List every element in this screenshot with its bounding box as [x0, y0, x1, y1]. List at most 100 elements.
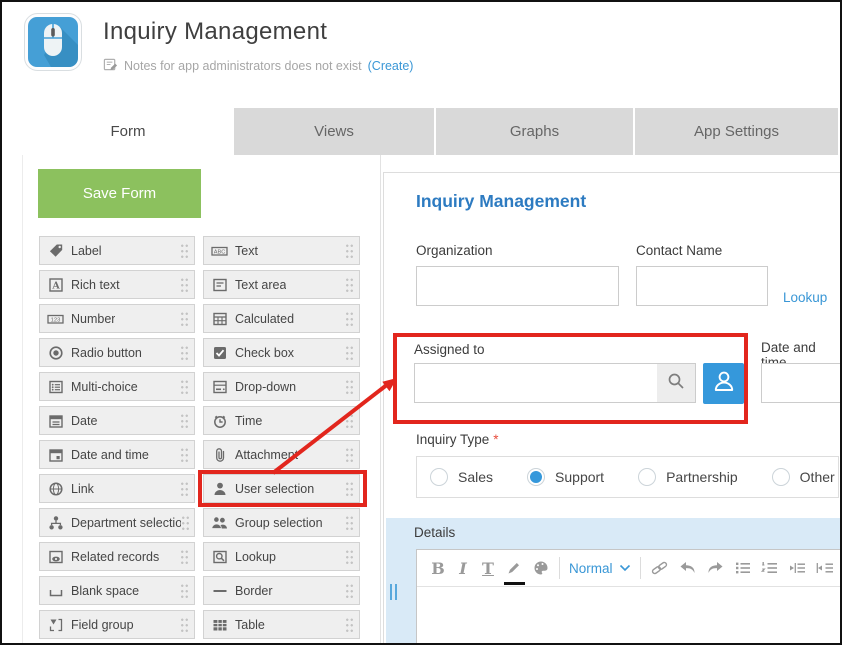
outdent-icon: [816, 560, 835, 576]
drag-handle-dots[interactable]: [181, 515, 189, 531]
rich-text-icon: A: [47, 276, 64, 293]
radio-sales[interactable]: Sales: [430, 468, 493, 486]
palette-item-number[interactable]: 123 Number: [39, 304, 195, 333]
redo-arrow-icon: [706, 560, 725, 576]
current-color-bar: [504, 582, 525, 585]
drag-handle-dots[interactable]: [345, 379, 354, 395]
indent-button[interactable]: [788, 556, 807, 580]
page-title: Inquiry Management: [103, 18, 327, 46]
inquiry-type-label: Inquiry Type*: [416, 432, 499, 447]
svg-text:ABC: ABC: [214, 249, 226, 255]
tab-views[interactable]: Views: [234, 108, 434, 155]
date-and-time-input[interactable]: [761, 363, 842, 403]
palette-item-attachment[interactable]: Attachment: [203, 440, 360, 469]
palette-item-field-group[interactable]: Field group: [39, 610, 195, 639]
paragraph-format-dropdown[interactable]: Normal: [569, 556, 631, 580]
lookup-link[interactable]: Lookup: [783, 290, 827, 305]
editor-content-area[interactable]: [417, 587, 842, 645]
background-color-button[interactable]: [532, 556, 550, 580]
undo-button[interactable]: [678, 556, 697, 580]
palette-item-calculated[interactable]: Calculated: [203, 304, 360, 333]
drag-handle-dots[interactable]: [180, 481, 189, 497]
drag-handle-dots[interactable]: [345, 583, 354, 599]
drag-handle-dots[interactable]: [180, 379, 189, 395]
palette-item-date[interactable]: Date: [39, 406, 195, 435]
drag-handle-dots[interactable]: [345, 481, 354, 497]
drag-handle-dots[interactable]: [180, 549, 189, 565]
record-eye-icon: [47, 548, 64, 565]
drop-down-icon: [211, 378, 228, 395]
drag-handle-dots[interactable]: [345, 311, 354, 327]
outdent-button[interactable]: [816, 556, 835, 580]
app-header: Inquiry Management Notes for app adminis…: [0, 0, 842, 108]
drag-handle-dots[interactable]: [180, 243, 189, 259]
tab-bar: Form Views Graphs App Settings: [22, 108, 840, 155]
palette-item-text-area[interactable]: Text area: [203, 270, 360, 299]
palette-item-related-records[interactable]: Related records: [39, 542, 195, 571]
palette-item-department-selection[interactable]: Department selection: [39, 508, 195, 537]
drag-handle-dots[interactable]: [180, 413, 189, 429]
drag-handle-dots[interactable]: [345, 515, 354, 531]
tab-graphs[interactable]: Graphs: [436, 108, 633, 155]
contact-name-label: Contact Name: [636, 243, 722, 258]
palette-item-multi-choice[interactable]: Multi-choice: [39, 372, 195, 401]
abc-text-icon: ABC: [211, 242, 228, 259]
drag-handle-dots[interactable]: [180, 277, 189, 293]
drag-handle-dots[interactable]: [345, 447, 354, 463]
palette-item-time[interactable]: Time: [203, 406, 360, 435]
notes-text: Notes for app administrators does not ex…: [124, 59, 362, 73]
assigned-to-search-button[interactable]: [657, 363, 696, 403]
drag-handle-dots[interactable]: [345, 345, 354, 361]
palette-item-rich-text[interactable]: A Rich text: [39, 270, 195, 299]
rich-text-editor: B I T Normal: [416, 549, 842, 645]
radio-support[interactable]: Support: [527, 468, 604, 486]
palette-item-table[interactable]: Table: [203, 610, 360, 639]
drag-handle-dots[interactable]: [345, 243, 354, 259]
drag-handle-dots[interactable]: [180, 583, 189, 599]
underline-button[interactable]: T: [480, 556, 496, 580]
palette-item-drop-down[interactable]: Drop-down: [203, 372, 360, 401]
numbered-list-icon: [761, 560, 779, 576]
organization-input[interactable]: [416, 266, 619, 306]
drag-handle-dots[interactable]: [345, 549, 354, 565]
field-drag-handle[interactable]: [390, 584, 397, 600]
text-color-button[interactable]: [505, 556, 523, 580]
drag-handle-dots[interactable]: [180, 345, 189, 361]
redo-button[interactable]: [706, 556, 725, 580]
insert-link-button[interactable]: [650, 556, 669, 580]
app-icon: [24, 13, 82, 71]
numbered-list-button[interactable]: [761, 556, 779, 580]
palette-item-lookup[interactable]: Lookup: [203, 542, 360, 571]
create-notes-link[interactable]: (Create): [368, 59, 414, 73]
palette-item-label[interactable]: Label: [39, 236, 195, 265]
bold-button[interactable]: B: [430, 556, 446, 580]
assigned-to-input[interactable]: [414, 363, 658, 403]
tab-form[interactable]: Form: [22, 108, 234, 155]
assigned-to-user-select-button[interactable]: [703, 363, 744, 404]
drag-handle-dots[interactable]: [345, 413, 354, 429]
radio-circle: [638, 468, 656, 486]
palette-item-radio-button[interactable]: Radio button: [39, 338, 195, 367]
palette-item-blank-space[interactable]: Blank space: [39, 576, 195, 605]
tab-app-settings[interactable]: App Settings: [635, 108, 838, 155]
palette-item-border[interactable]: Border: [203, 576, 360, 605]
drag-handle-dots[interactable]: [345, 617, 354, 633]
details-field-selected[interactable]: Details B I T Normal: [386, 518, 842, 645]
radio-other[interactable]: Other: [772, 468, 835, 486]
save-form-button[interactable]: Save Form: [38, 169, 201, 218]
radio-partnership[interactable]: Partnership: [638, 468, 738, 486]
palette-item-link[interactable]: Link: [39, 474, 195, 503]
drag-handle-dots[interactable]: [180, 447, 189, 463]
italic-button[interactable]: I: [455, 556, 471, 580]
contact-name-input[interactable]: [636, 266, 768, 306]
tag-icon: [47, 242, 64, 259]
drag-handle-dots[interactable]: [180, 617, 189, 633]
drag-handle-dots[interactable]: [180, 311, 189, 327]
palette-item-group-selection[interactable]: Group selection: [203, 508, 360, 537]
palette-item-date-and-time[interactable]: Date and time: [39, 440, 195, 469]
palette-item-text[interactable]: ABC Text: [203, 236, 360, 265]
palette-item-check-box[interactable]: Check box: [203, 338, 360, 367]
drag-handle-dots[interactable]: [345, 277, 354, 293]
bullet-list-button[interactable]: [734, 556, 752, 580]
palette-item-user-selection[interactable]: User selection: [203, 474, 360, 503]
